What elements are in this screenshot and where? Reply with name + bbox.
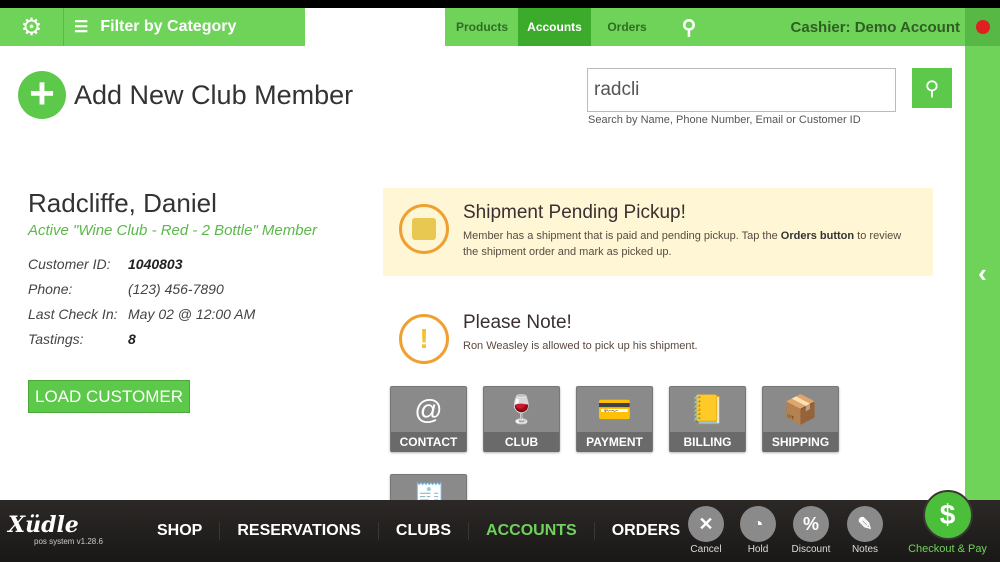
settings-gear-icon[interactable]: ⚙ <box>0 8 64 46</box>
action-label: Hold <box>747 544 769 555</box>
load-customer-button[interactable]: LOAD CUSTOMER <box>28 380 190 413</box>
x-icon: ✕ <box>688 506 724 542</box>
action-label: Notes <box>851 544 879 555</box>
search-input[interactable] <box>587 68 896 112</box>
plus-icon: + <box>18 71 66 119</box>
menu-icon: ☰ <box>74 19 89 36</box>
action-label: Cancel <box>690 544 722 555</box>
search-button[interactable]: ⚲ <box>912 68 952 108</box>
search-icon: ⚲ <box>924 77 940 100</box>
package-icon <box>399 204 449 254</box>
main-panel: + Add New Club Member ⚲ Search by Name, … <box>0 46 965 514</box>
shipping-tile[interactable]: 📦 SHIPPING <box>762 386 839 452</box>
checkout-label: Checkout & Pay <box>908 543 987 555</box>
add-new-club-member-button[interactable]: + Add New Club Member <box>18 71 353 119</box>
tab-accounts[interactable]: Accounts <box>518 8 591 46</box>
at-icon: @ <box>414 393 443 425</box>
last-check-in: May 02 @ 12:00 AM <box>128 305 256 322</box>
search-icon[interactable]: ⚲ <box>663 8 715 46</box>
address-book-icon: 📒 <box>690 394 725 425</box>
nav-accounts[interactable]: ACCOUNTS <box>469 522 595 540</box>
checkout-pay-button[interactable]: $ Checkout & Pay <box>905 490 990 555</box>
main-nav: SHOP RESERVATIONS CLUBS ACCOUNTS ORDERS <box>140 500 697 562</box>
filter-by-category-button[interactable]: ☰ Filter by Category <box>64 8 304 46</box>
filter-label: Filter by Category <box>100 18 237 35</box>
shipment-alert: Shipment Pending Pickup! Member has a sh… <box>383 188 933 276</box>
alert-text: Ron Weasley is allowed to pick up his sh… <box>463 340 698 352</box>
customer-id: 1040803 <box>128 255 183 272</box>
pencil-icon: ✎ <box>847 506 883 542</box>
alert-text-bold: Orders button <box>780 230 855 242</box>
nav-reservations[interactable]: RESERVATIONS <box>220 522 379 540</box>
cancel-button[interactable]: ✕ Cancel <box>681 506 731 555</box>
bottom-bar: Xüdle pos system v1.28.6 SHOP RESERVATIO… <box>0 490 1000 562</box>
alert-title: Shipment Pending Pickup! <box>463 202 686 223</box>
tile-label: PAYMENT <box>577 432 652 452</box>
field-label: Phone: <box>28 280 73 297</box>
tab-orders[interactable]: Orders <box>591 8 663 46</box>
credit-card-icon: 💳 <box>597 394 632 425</box>
box-icon: 📦 <box>783 394 818 425</box>
alert-text: Member has a shipment that is paid and p… <box>463 228 917 260</box>
xudle-logo: Xüdle <box>8 512 79 538</box>
action-label: Discount <box>791 544 831 555</box>
cashier-label: Cashier: Demo Account <box>790 18 960 36</box>
phone: (123) 456-7890 <box>128 280 224 297</box>
alert-text-part: Member has a shipment that is paid and p… <box>463 230 781 242</box>
version-label: pos system v1.28.6 <box>34 537 103 546</box>
club-tile[interactable]: 🍷 CLUB <box>483 386 560 452</box>
expand-panel-chevron-icon[interactable]: ‹ <box>965 46 1000 500</box>
wine-glasses-icon: 🍷 <box>504 394 539 425</box>
field-label: Tastings: <box>28 330 84 347</box>
nav-shop[interactable]: SHOP <box>140 522 221 540</box>
tile-label: SHIPPING <box>763 432 838 452</box>
percent-icon: % <box>793 506 829 542</box>
discount-button[interactable]: % Discount <box>786 506 836 555</box>
search-hint: Search by Name, Phone Number, Email or C… <box>588 114 861 126</box>
customer-info: Customer ID: 1040803 Phone: (123) 456-7890… <box>28 251 255 351</box>
clock-icon: ◔ <box>740 506 776 542</box>
billing-tile[interactable]: 📒 BILLING <box>669 386 746 452</box>
tile-label: BILLING <box>670 432 745 452</box>
dollar-icon: $ <box>922 490 973 540</box>
field-label: Last Check In: <box>28 305 118 322</box>
category-filter-field[interactable] <box>305 8 445 46</box>
note-alert: ! Please Note! Ron Weasley is allowed to… <box>383 298 933 368</box>
payment-tile[interactable]: 💳 PAYMENT <box>576 386 653 452</box>
tab-products[interactable]: Products <box>446 8 518 46</box>
tile-label: CONTACT <box>391 432 466 452</box>
membership-status: Active "Wine Club - Red - 2 Bottle" Memb… <box>28 222 317 239</box>
contact-tile[interactable]: @ CONTACT <box>390 386 467 452</box>
alert-title: Please Note! <box>463 312 572 333</box>
tile-label: CLUB <box>484 432 559 452</box>
field-label: Customer ID: <box>28 255 111 272</box>
add-member-label: Add New Club Member <box>74 79 354 110</box>
customer-name: Radcliffe, Daniel <box>28 188 217 218</box>
hold-button[interactable]: ◔ Hold <box>733 506 783 555</box>
logout-icon[interactable] <box>965 8 1000 46</box>
nav-clubs[interactable]: CLUBS <box>379 522 470 540</box>
top-bar: ⚙ ☰ Filter by Category Products Accounts … <box>0 8 1000 46</box>
tastings: 8 <box>128 330 136 347</box>
notes-button[interactable]: ✎ Notes <box>840 506 890 555</box>
exclamation-icon: ! <box>399 314 449 364</box>
